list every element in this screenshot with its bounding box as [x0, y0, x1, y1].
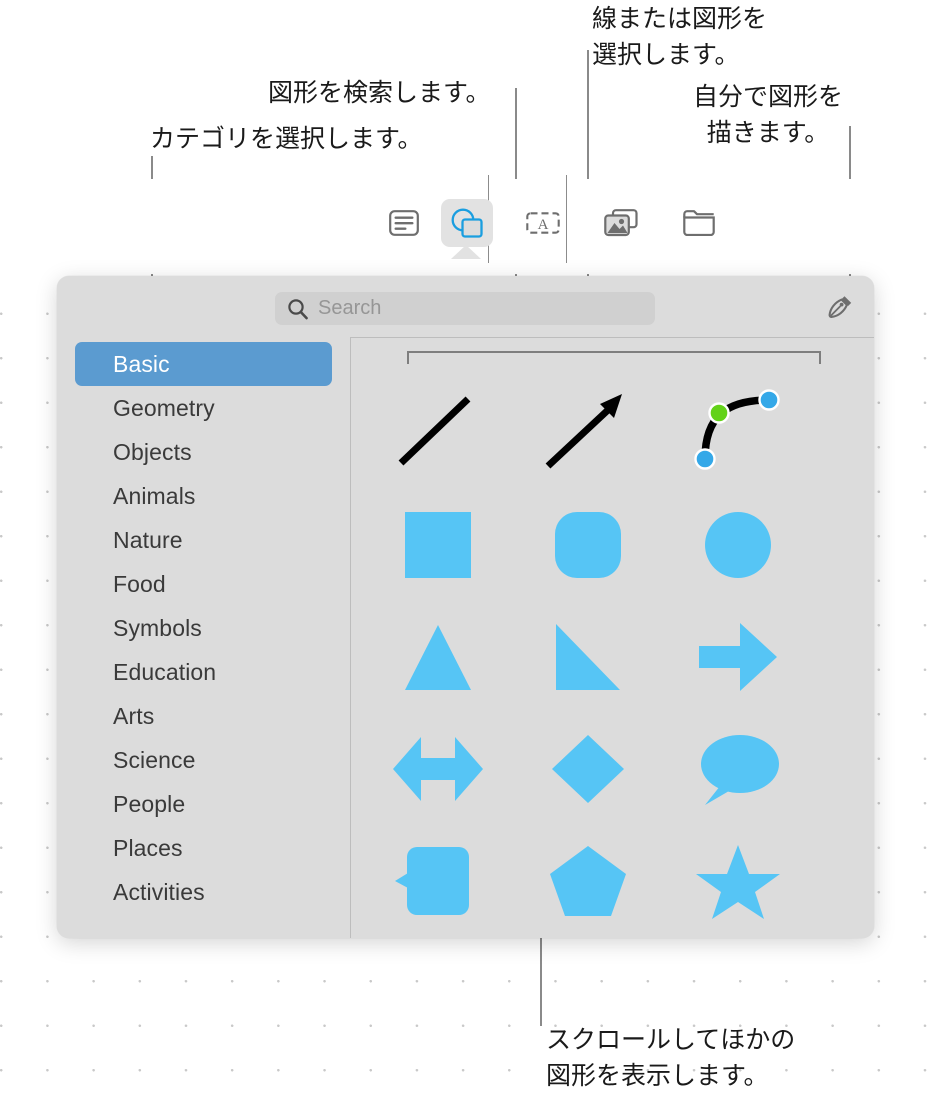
- speech-bubble-shape-icon: [701, 735, 779, 805]
- search-callout-text: 図形を検索します。: [268, 79, 491, 107]
- triangle-shape[interactable]: [363, 601, 513, 713]
- line-shape[interactable]: [363, 375, 513, 487]
- star-shape-icon: [696, 845, 780, 919]
- sidebar-item-people[interactable]: People: [75, 782, 332, 826]
- category-callout-text: カテゴリを選択します。: [150, 125, 423, 153]
- sidebar-item-label: Education: [113, 658, 217, 685]
- draw-callout-text: 自分で図形を 描きます。: [692, 83, 843, 147]
- sidebar-item-label: Symbols: [113, 614, 202, 641]
- arrow-line-shape-icon: [545, 394, 622, 469]
- sidebar-item-label: Activities: [113, 878, 205, 905]
- bottom-caption-leader: [540, 928, 542, 1026]
- sidebar-item-education[interactable]: Education: [75, 650, 332, 694]
- pentagon-shape[interactable]: [513, 825, 663, 937]
- sidebar-item-label: Places: [113, 834, 183, 861]
- sidebar-item-geometry[interactable]: Geometry: [75, 386, 332, 430]
- popover-body: Basic Geometry Objects Animals Nature Food Sym…: [57, 337, 874, 938]
- rounded-square-shape[interactable]: [513, 489, 663, 601]
- sidebar-item-label: Animals: [113, 482, 196, 509]
- folder-button[interactable]: [673, 199, 725, 247]
- right-triangle-shape[interactable]: [513, 601, 663, 713]
- square-shape-icon: [405, 512, 471, 578]
- sidebar-item-animals[interactable]: Animals: [75, 474, 332, 518]
- category-sidebar: Basic Geometry Objects Animals Nature Food Sym…: [57, 337, 351, 938]
- speech-bubble-shape[interactable]: [663, 713, 813, 825]
- text-box-button[interactable]: A: [517, 199, 569, 247]
- popover-arrow: [451, 245, 481, 259]
- right-arrow-shape[interactable]: [663, 601, 813, 713]
- circle-shape[interactable]: [663, 489, 813, 601]
- select-callout-text: 線または図形を 選択します。: [592, 5, 768, 69]
- sidebar-item-basic[interactable]: Basic: [75, 342, 332, 386]
- text-panel-icon: [389, 210, 419, 236]
- sidebar-item-science[interactable]: Science: [75, 738, 332, 782]
- sidebar-item-label: Basic: [113, 350, 170, 377]
- right-arrow-shape-icon: [699, 623, 777, 691]
- popover-header: [57, 276, 874, 338]
- shapes-icon: [451, 208, 483, 238]
- search-icon: [288, 298, 308, 319]
- right-triangle-shape-icon: [556, 624, 620, 690]
- media-button[interactable]: [595, 199, 647, 247]
- pentagon-shape-icon: [550, 846, 626, 916]
- bottom-caption-text: スクロールしてほかの 図形を表示します。: [546, 1026, 796, 1091]
- folder-icon: [683, 210, 715, 236]
- sidebar-item-label: Objects: [113, 438, 192, 465]
- sidebar-item-nature[interactable]: Nature: [75, 518, 332, 562]
- sidebar-item-symbols[interactable]: Symbols: [75, 606, 332, 650]
- format-button[interactable]: [378, 199, 430, 247]
- search-field[interactable]: [275, 292, 655, 325]
- arrow-line-shape[interactable]: [513, 375, 663, 487]
- square-shape[interactable]: [363, 489, 513, 601]
- sidebar-item-label: Arts: [113, 702, 155, 729]
- line-shape-icon: [398, 396, 471, 466]
- sidebar-item-activities[interactable]: Activities: [75, 870, 332, 914]
- screenshot-root: カテゴリを選択します。 図形を検索します。 線または図形を 選択します。自分で図形を…: [0, 0, 931, 1101]
- sidebar-item-label: Nature: [113, 526, 183, 553]
- top-toolbar: A: [0, 175, 931, 274]
- sidebar-item-places[interactable]: Places: [75, 826, 332, 870]
- curved-line-shape[interactable]: [663, 375, 813, 487]
- sidebar-item-label: Science: [113, 746, 196, 773]
- sidebar-item-label: Geometry: [113, 394, 215, 421]
- curved-line-shape-icon: [694, 389, 780, 470]
- star-shape[interactable]: [663, 825, 813, 937]
- double-arrow-shape-icon: [393, 737, 483, 801]
- text-box-icon: A: [526, 212, 560, 234]
- triangle-shape-icon: [405, 625, 471, 690]
- sidebar-item-objects[interactable]: Objects: [75, 430, 332, 474]
- sidebar-item-arts[interactable]: Arts: [75, 694, 332, 738]
- rounded-square-shape-icon: [555, 512, 621, 578]
- shapes-pane: [351, 337, 874, 938]
- double-arrow-shape[interactable]: [363, 713, 513, 825]
- shape-button[interactable]: [441, 199, 493, 247]
- rect-callout-shape-icon: [395, 847, 469, 915]
- shapes-popover: Basic Geometry Objects Animals Nature Food Sym…: [57, 276, 874, 938]
- diamond-shape-icon: [552, 735, 624, 803]
- shapes-grid: [351, 337, 873, 938]
- circle-shape-icon: [705, 512, 771, 578]
- pen-nib-icon: [828, 296, 852, 318]
- sidebar-item-food[interactable]: Food: [75, 562, 332, 606]
- draw-with-pen-button[interactable]: [822, 290, 860, 326]
- media-icon: [604, 209, 638, 237]
- sidebar-item-label: Food: [113, 570, 166, 597]
- svg-text:A: A: [538, 217, 549, 233]
- search-input[interactable]: [309, 293, 655, 324]
- rect-callout-shape[interactable]: [363, 825, 513, 937]
- diamond-shape[interactable]: [513, 713, 663, 825]
- sidebar-item-label: People: [113, 790, 186, 817]
